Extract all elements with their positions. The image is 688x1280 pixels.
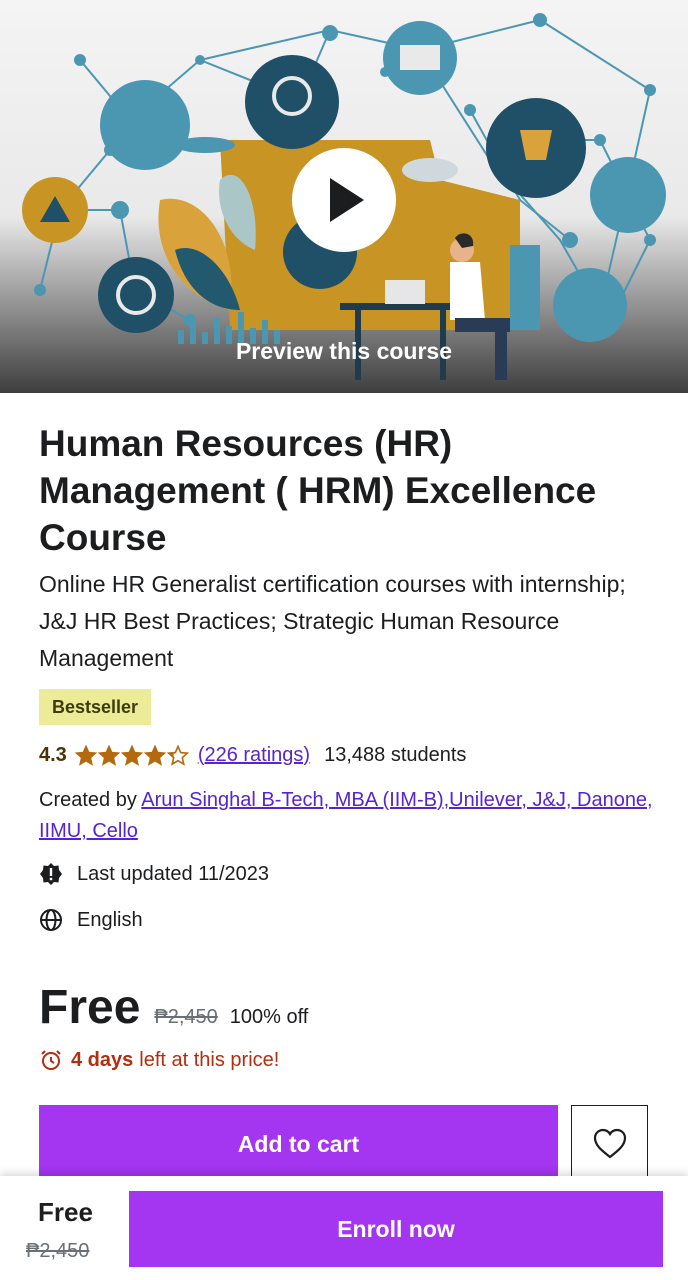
preview-label[interactable]: Preview this course (0, 338, 688, 365)
price-row: Free ₱2,450 100% off (39, 980, 308, 1035)
timer-text: left at this price! (139, 1048, 280, 1071)
course-subtitle: Online HR Generalist certification cours… (39, 571, 626, 671)
language-row: English (39, 908, 143, 932)
rating-row: 4.3 (226 ratings) 13,488 students (39, 740, 466, 770)
last-updated: Last updated 11/2023 (77, 862, 270, 885)
star-icon (74, 744, 97, 766)
current-price: Free (39, 981, 141, 1034)
language: English (77, 908, 143, 931)
last-updated-row: Last updated 11/2023 (39, 862, 269, 886)
price-timer: 4 days left at this price! (39, 1048, 279, 1072)
created-by: Created by Arun Singhal B-Tech, MBA (IIM… (39, 785, 659, 847)
ratings-count-link[interactable]: (226 ratings) (198, 744, 310, 767)
rating-value: 4.3 (39, 743, 67, 766)
created-by-label: Created by (39, 789, 137, 811)
star-icon (97, 744, 120, 766)
star-rating (74, 744, 190, 766)
heart-icon (593, 1128, 627, 1159)
wishlist-button[interactable] (571, 1105, 648, 1182)
play-button[interactable] (292, 148, 396, 252)
original-price: ₱2,450 (154, 1006, 218, 1028)
add-to-cart-button[interactable]: Add to cart (39, 1105, 558, 1183)
alert-badge-icon (40, 863, 62, 885)
enroll-now-button[interactable]: Enroll now (129, 1191, 663, 1267)
bottom-bar-price: Free (38, 1197, 93, 1227)
alarm-clock-icon (41, 1050, 61, 1070)
timer-days: 4 days (71, 1048, 134, 1071)
star-icon (166, 744, 189, 766)
play-icon (330, 178, 364, 222)
bottom-bar-original-price: ₱2,450 (26, 1240, 90, 1262)
students-count: 13,488 students (324, 743, 467, 766)
star-icon (120, 744, 143, 766)
globe-icon (40, 909, 62, 931)
course-title: Human Resources (HR) Management ( HRM) E… (39, 423, 597, 558)
bestseller-badge: Bestseller (39, 689, 152, 725)
star-icon (143, 744, 166, 766)
course-preview[interactable]: Preview this course (0, 0, 688, 393)
discount-percent: 100% off (229, 1006, 309, 1028)
